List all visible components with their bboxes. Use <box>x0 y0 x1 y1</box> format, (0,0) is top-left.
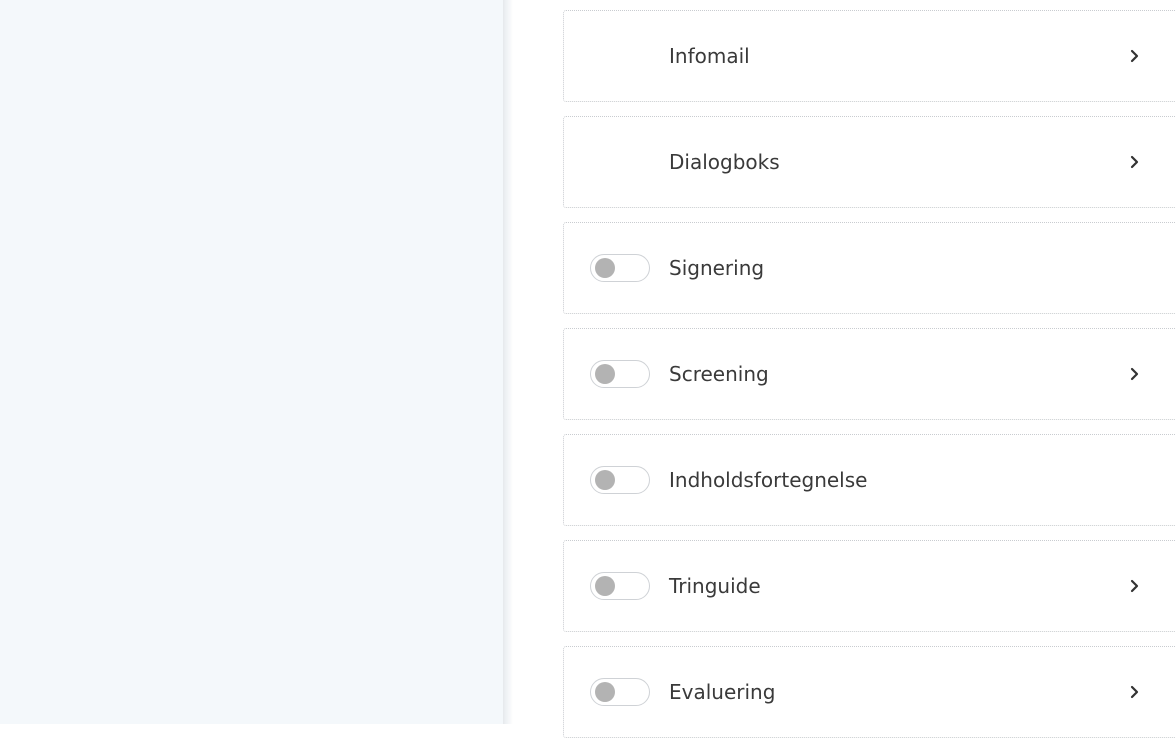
indholdsfortegnelse-toggle[interactable] <box>590 466 650 494</box>
toggle-knob <box>595 470 615 490</box>
chevron-right-icon <box>1129 154 1141 170</box>
settings-row-label: Infomail <box>669 44 750 68</box>
left-panel <box>0 0 503 724</box>
screening-toggle[interactable] <box>590 360 650 388</box>
signering-toggle[interactable] <box>590 254 650 282</box>
toggle-knob <box>595 576 615 596</box>
toggle-knob <box>595 258 615 278</box>
settings-row-label: Screening <box>669 362 769 386</box>
evaluering-toggle[interactable] <box>590 678 650 706</box>
settings-row-label: Dialogboks <box>669 150 780 174</box>
toggle-knob <box>595 682 615 702</box>
settings-row-signering: Signering <box>563 222 1175 314</box>
settings-row-label: Indholdsfortegnelse <box>669 468 868 492</box>
settings-row-dialogboks[interactable]: Dialogboks <box>563 116 1175 208</box>
tringuide-toggle[interactable] <box>590 572 650 600</box>
settings-list: Infomail Dialogboks Signering Screening … <box>563 10 1175 752</box>
chevron-right-icon <box>1129 578 1141 594</box>
chevron-right-icon <box>1129 684 1141 700</box>
settings-row-tringuide[interactable]: Tringuide <box>563 540 1175 632</box>
settings-row-label: Tringuide <box>669 574 761 598</box>
settings-row-evaluering[interactable]: Evaluering <box>563 646 1175 738</box>
settings-row-indholdsfortegnelse: Indholdsfortegnelse <box>563 434 1175 526</box>
toggle-knob <box>595 364 615 384</box>
chevron-right-icon <box>1129 48 1141 64</box>
settings-row-label: Signering <box>669 256 765 280</box>
settings-row-screening[interactable]: Screening <box>563 328 1175 420</box>
chevron-right-icon <box>1129 366 1141 382</box>
settings-row-infomail[interactable]: Infomail <box>563 10 1175 102</box>
settings-row-label: Evaluering <box>669 680 776 704</box>
panel-divider <box>503 0 513 724</box>
